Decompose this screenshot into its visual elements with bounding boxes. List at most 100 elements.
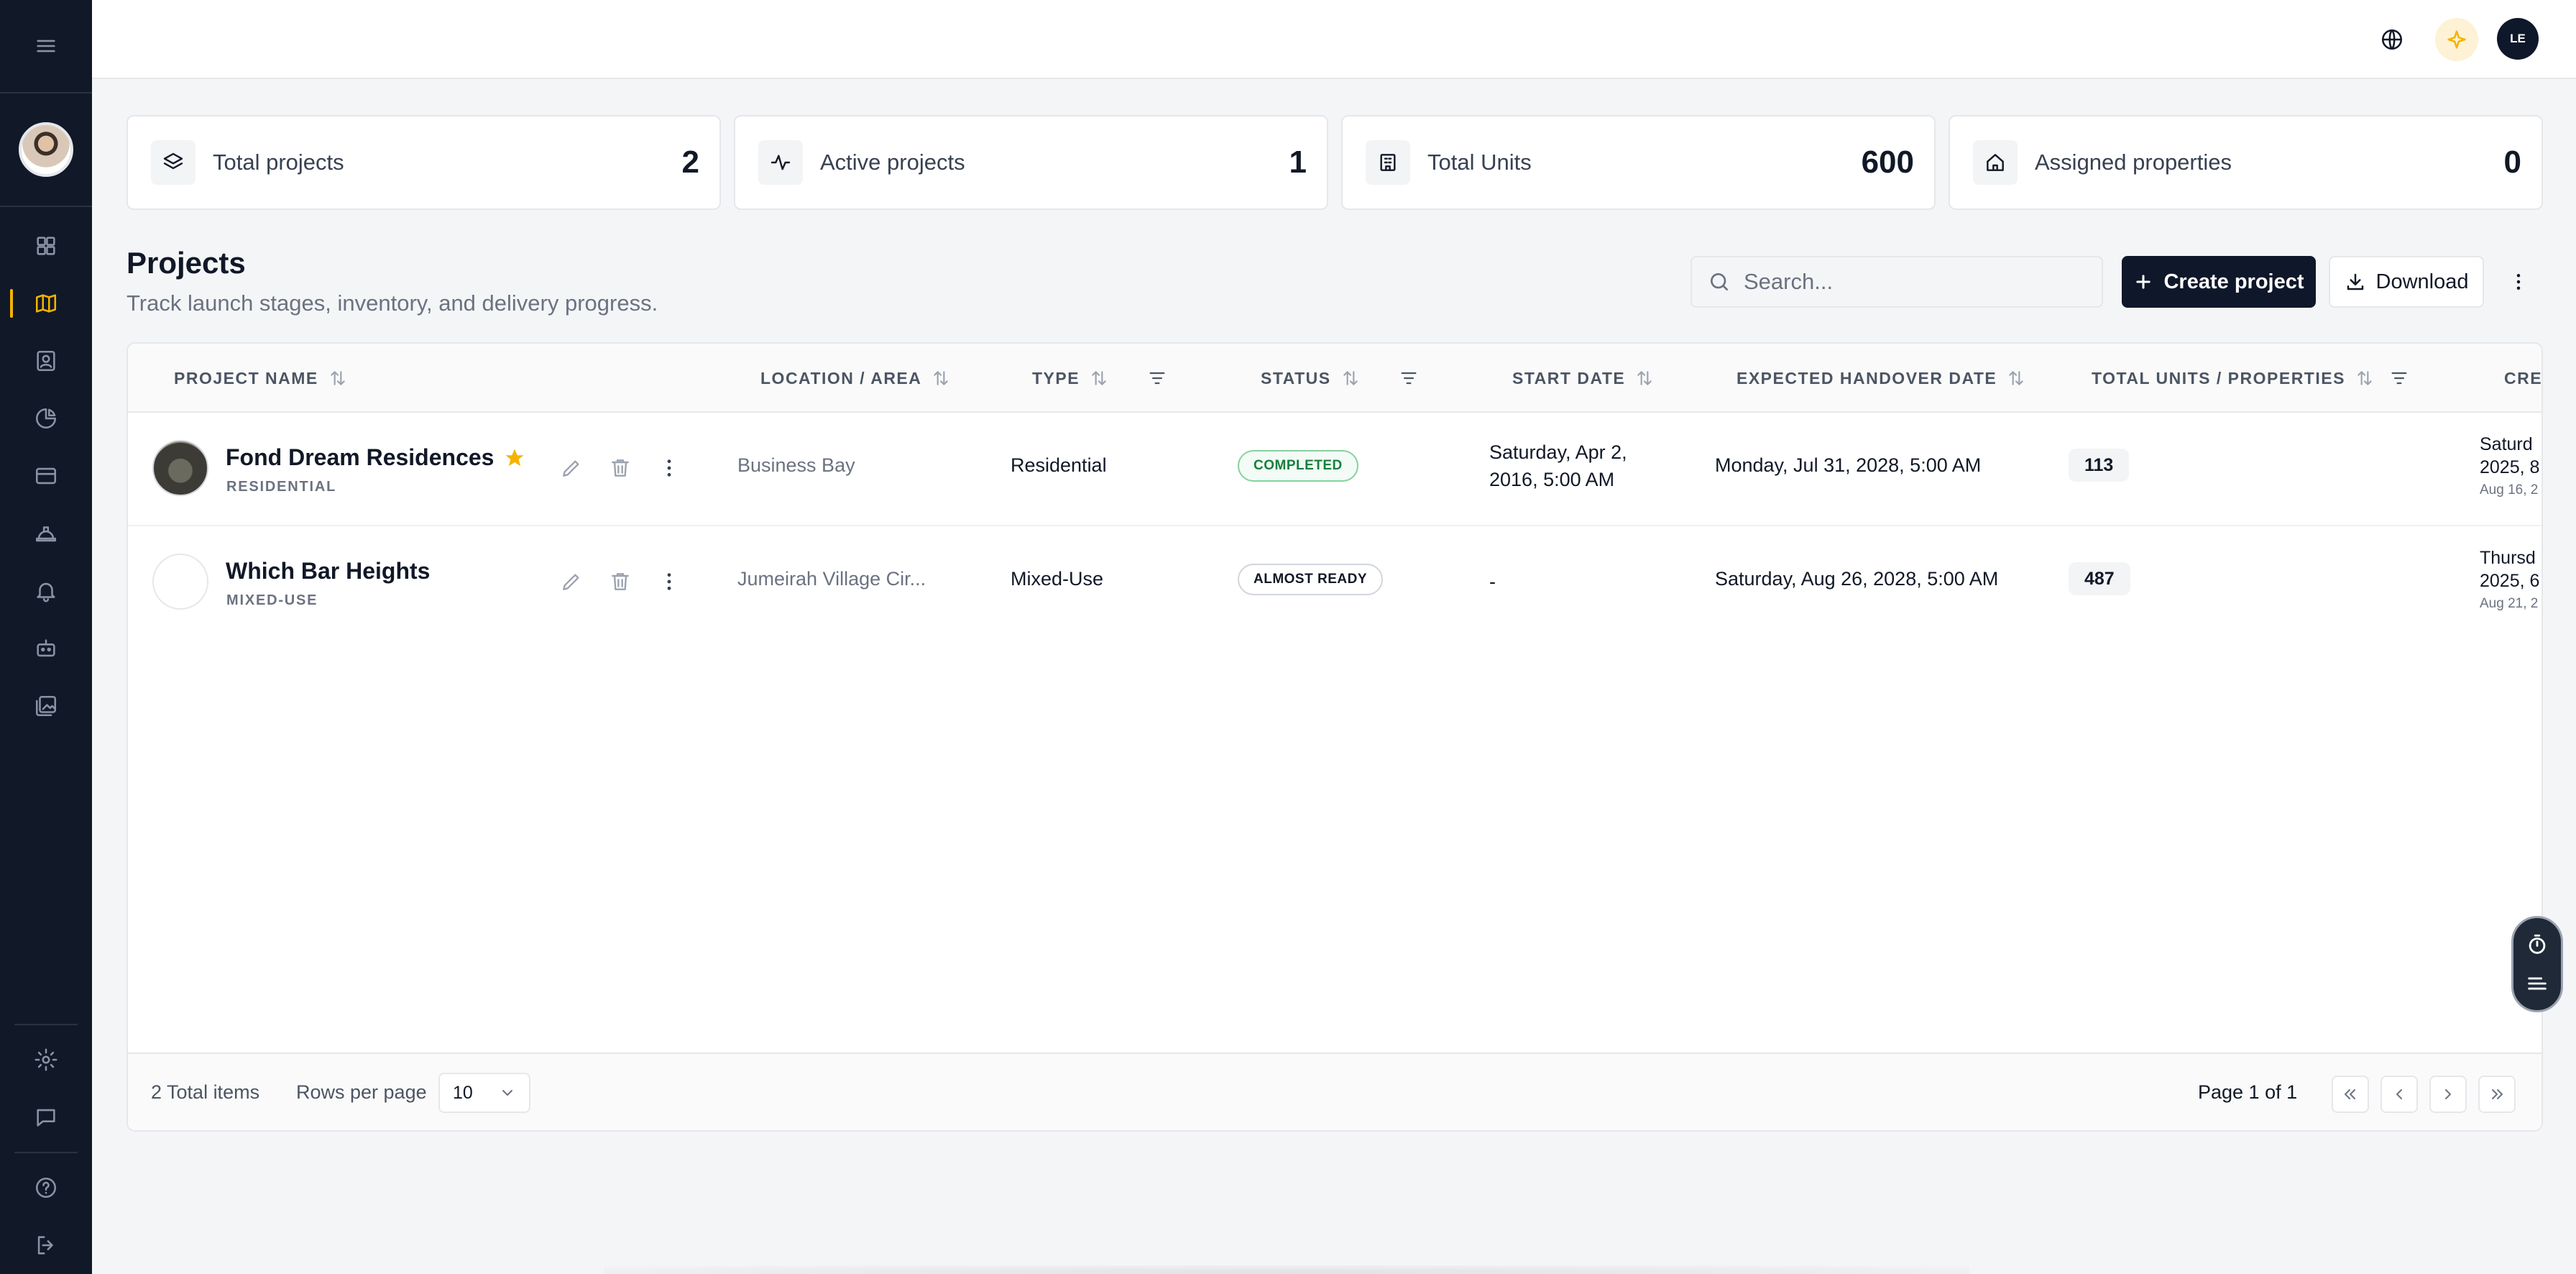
next-page-button[interactable] xyxy=(2429,1076,2467,1113)
sort-icon[interactable] xyxy=(1090,369,1108,388)
project-category: RESIDENTIAL xyxy=(226,479,337,495)
delete-button[interactable] xyxy=(607,568,634,595)
more-options-button[interactable] xyxy=(2506,262,2531,302)
sidebar-item-analytics[interactable] xyxy=(0,390,92,447)
project-thumbnail xyxy=(152,554,208,610)
project-name[interactable]: Fond Dream Residences xyxy=(226,444,494,471)
sidebar-item-dashboard[interactable] xyxy=(0,217,92,275)
chevron-right-icon xyxy=(2445,1089,2451,1099)
created-date-sub: Aug 21, 2 xyxy=(2480,596,2539,611)
user-avatar-button[interactable]: LE xyxy=(2497,18,2539,60)
sort-icon[interactable] xyxy=(1341,369,1360,388)
chat-icon xyxy=(37,1109,55,1127)
stat-label: Total projects xyxy=(213,150,344,175)
sidebar-item-billing[interactable] xyxy=(0,447,92,505)
ai-assistant-button[interactable] xyxy=(2435,18,2478,61)
sidebar-item-logout[interactable] xyxy=(0,1216,92,1274)
status-badge: ALMOST READY xyxy=(1238,564,1383,595)
column-label: PROJECT NAME xyxy=(174,368,318,388)
type-cell: Residential xyxy=(1011,454,1107,476)
robot-icon xyxy=(37,639,55,657)
stat-card-active-projects: Active projects 1 xyxy=(734,115,1328,210)
download-label: Download xyxy=(2375,270,2469,293)
divider xyxy=(14,1152,78,1153)
project-name-cell[interactable]: Which Bar Heights xyxy=(226,558,430,585)
column-header-project-name[interactable]: PROJECT NAME xyxy=(174,344,347,413)
project-name-cell[interactable]: Fond Dream Residences xyxy=(226,444,525,471)
first-page-button[interactable] xyxy=(2332,1076,2369,1113)
last-page-button[interactable] xyxy=(2478,1076,2516,1113)
language-button[interactable] xyxy=(2370,18,2414,61)
avatar[interactable] xyxy=(19,122,73,177)
created-date-line: 2025, 6 xyxy=(2480,571,2540,591)
rows-per-page-select[interactable]: 10 xyxy=(438,1073,530,1113)
column-header-created[interactable]: CREA xyxy=(2504,344,2543,413)
star-icon[interactable] xyxy=(504,447,525,469)
globe-icon xyxy=(2381,29,2403,50)
row-more-button[interactable] xyxy=(656,454,683,482)
edit-button[interactable] xyxy=(558,568,585,595)
status-badge: COMPLETED xyxy=(1238,450,1358,482)
filter-icon[interactable] xyxy=(1399,368,1419,388)
sort-icon[interactable] xyxy=(932,369,950,388)
more-vertical-icon xyxy=(667,459,671,477)
sidebar-item-gallery[interactable] xyxy=(0,677,92,735)
sidebar-item-projects[interactable] xyxy=(0,275,92,332)
prev-page-button[interactable] xyxy=(2380,1076,2418,1113)
hamburger-icon[interactable] xyxy=(0,24,92,68)
column-label: CREA xyxy=(2504,368,2543,388)
sidebar-item-notifications[interactable] xyxy=(0,562,92,620)
chevron-down-icon xyxy=(502,1090,512,1096)
task-list-icon[interactable] xyxy=(2525,971,2549,996)
sidebar-item-contacts[interactable] xyxy=(0,332,92,390)
sidebar-item-help[interactable] xyxy=(0,1159,92,1216)
menu-toggle[interactable] xyxy=(0,0,92,92)
timer-icon[interactable] xyxy=(2525,932,2549,957)
sort-icon[interactable] xyxy=(328,369,347,388)
chevrons-left-icon xyxy=(2345,1089,2355,1099)
column-label: STATUS xyxy=(1261,368,1331,388)
filter-icon[interactable] xyxy=(2389,368,2409,388)
filter-icon[interactable] xyxy=(1147,368,1167,388)
stat-label: Total Units xyxy=(1427,150,1532,175)
contact-card-icon xyxy=(37,350,55,372)
project-name[interactable]: Which Bar Heights xyxy=(226,558,430,585)
stat-card-total-projects: Total projects 2 xyxy=(126,115,721,210)
column-label: TOTAL UNITS / PROPERTIES xyxy=(2092,368,2345,388)
create-project-button[interactable]: Create project xyxy=(2122,256,2316,308)
sidebar-item-messages[interactable] xyxy=(0,1089,92,1146)
chevrons-right-icon xyxy=(2492,1089,2503,1099)
sidebar-bottom xyxy=(0,1018,92,1274)
delete-button[interactable] xyxy=(607,454,634,482)
stat-value: 600 xyxy=(1861,145,1914,180)
edit-button[interactable] xyxy=(558,454,585,482)
column-header-status[interactable]: STATUS xyxy=(1261,344,1360,413)
column-header-handover-date[interactable]: EXPECTED HANDOVER DATE xyxy=(1736,344,2025,413)
sidebar-item-bot[interactable] xyxy=(0,620,92,677)
sidebar-item-construction[interactable] xyxy=(0,505,92,562)
type-cell: Mixed-Use xyxy=(1011,568,1104,590)
stat-value: 2 xyxy=(681,145,699,180)
column-header-total-units[interactable]: TOTAL UNITS / PROPERTIES xyxy=(2092,344,2374,413)
created-date-cell: Thursd 2025, 6 Aug 21, 2 xyxy=(2480,546,2539,615)
sort-icon[interactable] xyxy=(2007,369,2025,388)
sidebar-item-settings[interactable] xyxy=(0,1031,92,1089)
table-row[interactable]: Which Bar Heights MIXED-USE Jumeirah Vil… xyxy=(128,526,2542,640)
stat-label: Active projects xyxy=(820,150,965,175)
hard-hat-icon xyxy=(35,526,57,542)
floating-widget[interactable] xyxy=(2511,916,2563,1012)
search-icon xyxy=(1711,273,1728,290)
search-input[interactable] xyxy=(1744,269,2074,295)
search-box[interactable] xyxy=(1690,256,2103,308)
column-header-start-date[interactable]: START DATE xyxy=(1512,344,1654,413)
location-cell: Business Bay xyxy=(737,454,855,476)
sort-icon[interactable] xyxy=(2355,369,2374,388)
row-more-button[interactable] xyxy=(656,568,683,595)
column-header-type[interactable]: TYPE xyxy=(1032,344,1108,413)
sort-icon[interactable] xyxy=(1635,369,1654,388)
trash-icon xyxy=(612,459,629,477)
download-button[interactable]: Download xyxy=(2329,256,2484,308)
sidebar-nav xyxy=(0,217,92,735)
column-header-location[interactable]: LOCATION / AREA xyxy=(760,344,950,413)
table-row[interactable]: Fond Dream Residences RESIDENTIAL Busine… xyxy=(128,413,2542,526)
